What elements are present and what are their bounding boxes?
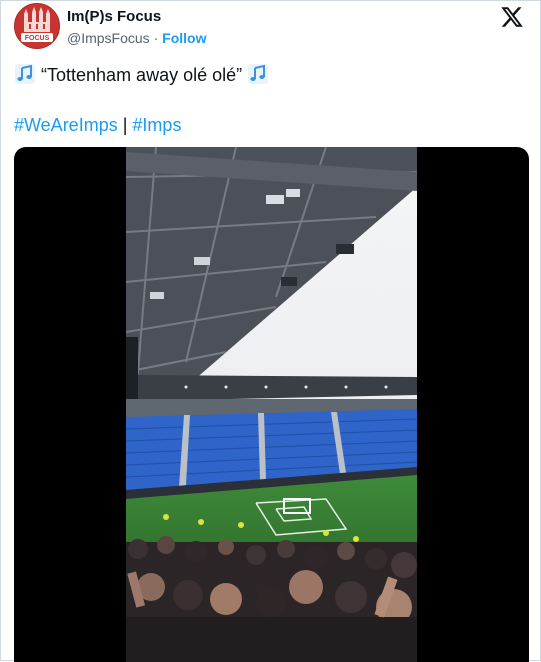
author-subline: @ImpsFocus · Follow <box>67 30 206 46</box>
hashtag-link[interactable]: #Imps <box>132 115 181 135</box>
video-frame[interactable] <box>126 147 417 662</box>
handle-separator: · <box>153 30 159 46</box>
stadium-video-still <box>126 147 417 662</box>
tweet-card: FOCUS Im(P)s Focus @ImpsFocus · Follow “… <box>0 0 541 662</box>
avatar[interactable]: FOCUS <box>14 3 60 49</box>
x-logo-icon[interactable] <box>500 5 524 29</box>
hashtag-separator: | <box>122 115 128 135</box>
video-player[interactable] <box>14 147 529 662</box>
author-name[interactable]: Im(P)s Focus <box>67 8 161 25</box>
avatar-badge-text: FOCUS <box>25 35 50 42</box>
follow-button[interactable]: Follow <box>162 30 206 46</box>
musical-notes-icon <box>14 63 36 85</box>
author-handle[interactable]: @ImpsFocus <box>67 30 150 46</box>
hashtag-link[interactable]: #WeAreImps <box>14 115 118 135</box>
musical-notes-icon <box>247 63 269 85</box>
tweet-header: FOCUS Im(P)s Focus @ImpsFocus · Follow <box>14 3 532 49</box>
tweet-body: “Tottenham away olé olé” <box>41 65 243 85</box>
hashtag-line: #WeAreImps | #Imps <box>14 113 181 137</box>
tweet-text: “Tottenham away olé olé” <box>14 63 527 87</box>
